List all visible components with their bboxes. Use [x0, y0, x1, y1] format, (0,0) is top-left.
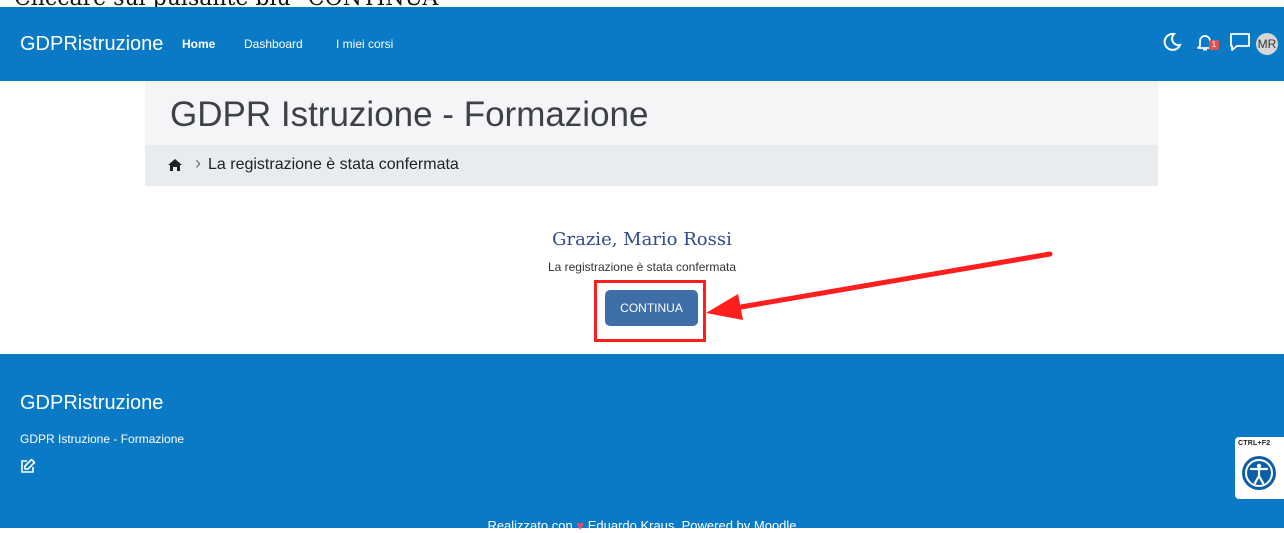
heart-icon: ♥ [576, 518, 585, 533]
footer-brand: GDPRistruzione [20, 392, 164, 414]
nav-link-dashboard[interactable]: Dashboard [244, 37, 303, 51]
notification-badge: 1 [1209, 40, 1219, 50]
edit-icon[interactable] [20, 458, 36, 479]
confirmation-message: La registrazione è stata confermata [547, 260, 737, 274]
accessibility-widget[interactable]: CTRL+F2 [1235, 437, 1284, 499]
breadcrumb: › La registrazione è stata confermata [145, 145, 1158, 186]
chat-icon[interactable] [1229, 32, 1251, 57]
footer-credits: Realizzato con ♥ Eduardo Kraus. Powered … [0, 518, 1284, 533]
nav-link-my-courses[interactable]: I miei corsi [336, 37, 393, 51]
footer-subtitle: GDPR Istruzione - Formazione [20, 432, 185, 446]
chevron-right-icon: › [195, 153, 201, 173]
page-title: GDPR Istruzione - Formazione [170, 95, 649, 134]
accessibility-shortcut: CTRL+F2 [1238, 440, 1271, 447]
nav-link-home[interactable]: Home [182, 37, 215, 51]
accessibility-icon[interactable] [1240, 454, 1278, 497]
footer: GDPRistruzione GDPR Istruzione - Formazi… [0, 354, 1284, 533]
navbar-brand[interactable]: GDPRistruzione [20, 33, 163, 56]
continue-button[interactable]: CONTINUA [605, 290, 698, 326]
greeting-heading: Grazie, Mario Rossi [552, 229, 732, 250]
home-icon[interactable] [167, 158, 183, 177]
moon-icon[interactable] [1162, 32, 1182, 57]
credits-prefix: Realizzato con [487, 518, 573, 533]
user-avatar[interactable]: MR [1256, 33, 1278, 55]
page-header: GDPR Istruzione - Formazione [145, 81, 1158, 145]
navbar: GDPRistruzione Home Dashboard I miei cor… [0, 7, 1284, 81]
credits-suffix[interactable]: Eduardo Kraus. Powered by Moodle [588, 518, 797, 533]
breadcrumb-current: La registrazione è stata confermata [208, 156, 459, 173]
